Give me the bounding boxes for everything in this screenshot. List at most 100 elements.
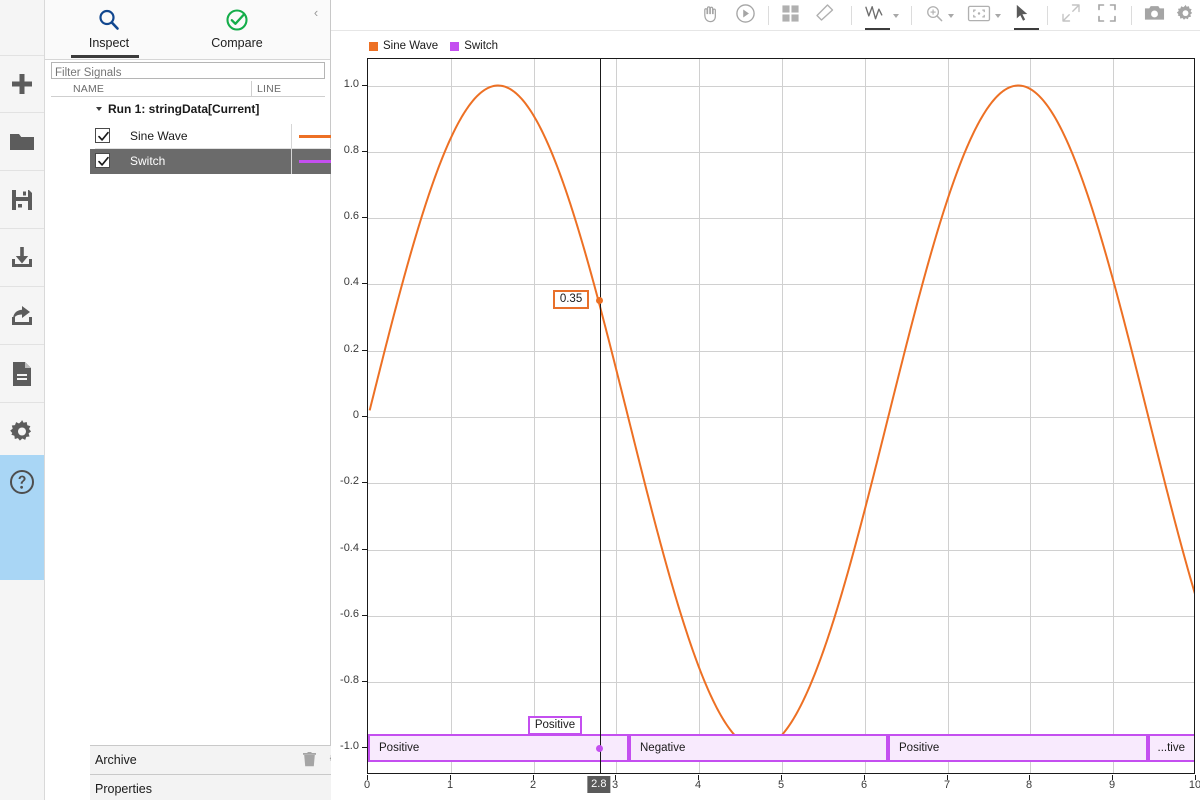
- pan-tool-button[interactable]: [701, 3, 720, 28]
- cursor-line[interactable]: [600, 59, 601, 773]
- y-tick-label: 1.0: [343, 78, 359, 90]
- cursors-tool-button[interactable]: [864, 3, 899, 30]
- x-tick-label: 1: [446, 779, 454, 791]
- x-tick-label: 6: [860, 779, 868, 791]
- folder-icon: [9, 131, 35, 153]
- string-band-segment[interactable]: Positive: [368, 734, 629, 762]
- simulation-data-inspector-window: Inspect Compare ‹ NAME LINE Run 1: strin…: [0, 0, 1200, 800]
- expand-caret-icon[interactable]: [96, 107, 102, 111]
- replay-tool-button[interactable]: [735, 3, 756, 28]
- string-band-segment[interactable]: ...tive: [1148, 734, 1194, 762]
- eraser-icon: [815, 3, 835, 28]
- fit-to-view-tool-button[interactable]: [967, 3, 1001, 28]
- signal-table-column-header: NAME LINE: [51, 81, 325, 97]
- string-band-segment[interactable]: Positive: [888, 734, 1148, 762]
- legend-item-sine-wave[interactable]: Sine Wave: [369, 40, 438, 52]
- string-band-label: Positive: [899, 742, 940, 754]
- y-tick-label: -1.0: [340, 740, 359, 752]
- magnifier-icon: [97, 5, 121, 35]
- signal-checkbox[interactable]: [95, 153, 110, 168]
- fullscreen-icon: [1097, 3, 1117, 28]
- y-tick-label: -0.8: [340, 674, 359, 686]
- expand-tool-button[interactable]: [1061, 3, 1081, 28]
- export-button[interactable]: [0, 287, 44, 345]
- left-icon-rail: [0, 0, 45, 800]
- legend-swatch: [450, 41, 460, 51]
- series-sine-wave: [368, 84, 1194, 750]
- pointer-tool-button[interactable]: [1013, 3, 1039, 30]
- x-tick-label: 5: [777, 779, 785, 791]
- zoom-in-icon: [925, 4, 944, 28]
- archive-title: Archive: [95, 753, 137, 767]
- save-button[interactable]: [0, 171, 44, 229]
- search-input[interactable]: [52, 65, 324, 81]
- report-button[interactable]: [0, 345, 44, 403]
- toolbar-separator: [1131, 6, 1132, 25]
- clear-tool-button[interactable]: [815, 3, 835, 28]
- string-band-label: Negative: [640, 742, 686, 754]
- fullscreen-tool-button[interactable]: [1097, 3, 1117, 28]
- y-tick-label: 0.6: [343, 210, 359, 222]
- chevron-left-icon: ‹: [313, 4, 319, 20]
- toolbar-separator: [768, 6, 769, 25]
- arrow-pointer-icon: [1013, 3, 1032, 28]
- import-button[interactable]: [0, 229, 44, 287]
- camera-icon: [1144, 4, 1165, 27]
- zoom-tool-button[interactable]: [925, 3, 954, 28]
- x-tick-label: 0: [363, 779, 371, 791]
- chevron-down-icon[interactable]: [893, 13, 899, 18]
- preferences-button[interactable]: [0, 403, 44, 461]
- x-tick-label: 8: [1025, 779, 1033, 791]
- legend-label: Switch: [464, 40, 499, 52]
- toolbar-separator: [911, 6, 912, 25]
- tab-compare-label: Compare: [211, 36, 263, 50]
- y-tick-label: 0.8: [343, 144, 359, 156]
- plot-canvas[interactable]: Positive Negative Positive ...tive 0.35 Posit…: [367, 58, 1195, 774]
- settings-tool-button[interactable]: [1176, 3, 1195, 28]
- x-tick-label: 4: [694, 779, 702, 791]
- save-icon: [10, 188, 34, 212]
- column-header-name: NAME: [73, 83, 105, 95]
- toolbar-separator: [851, 6, 852, 25]
- collapse-panel-button[interactable]: ‹: [306, 2, 326, 22]
- layout-tool-button[interactable]: [781, 3, 800, 28]
- signal-browser-panel: Inspect Compare ‹ NAME LINE Run 1: strin…: [45, 0, 376, 800]
- gear-icon: [1176, 4, 1195, 28]
- chart-area: Sine Wave Switch 1.0 0.8 0.6 0.4 0.2 0 -0.2 -0.…: [331, 31, 1200, 800]
- open-button[interactable]: [0, 113, 44, 171]
- x-tick-label: 9: [1108, 779, 1116, 791]
- tab-inspect-label: Inspect: [88, 36, 130, 50]
- signal-name: Sine Wave: [130, 129, 188, 143]
- x-tick-label: 7: [943, 779, 951, 791]
- grid-icon: [781, 4, 800, 28]
- chevron-down-icon[interactable]: [995, 13, 1001, 18]
- trash-icon[interactable]: [301, 751, 317, 767]
- gear-icon: [9, 419, 35, 445]
- signal-cursor-icon: [864, 3, 889, 28]
- y-tick-label: 0.2: [343, 343, 359, 355]
- y-tick-label: 0.4: [343, 276, 359, 288]
- column-separator: [251, 81, 252, 97]
- legend-item-switch[interactable]: Switch: [450, 40, 498, 52]
- signal-checkbox[interactable]: [95, 128, 110, 143]
- string-band-segment[interactable]: Negative: [629, 734, 888, 762]
- data-tip[interactable]: Positive: [527, 716, 583, 736]
- plus-icon: [9, 71, 35, 97]
- filter-signals-field[interactable]: [51, 62, 325, 81]
- help-button[interactable]: [0, 455, 44, 580]
- y-axis: 1.0 0.8 0.6 0.4 0.2 0 -0.2 -0.4 -0.6 -0.8 -1.0: [331, 58, 367, 774]
- snapshot-tool-button[interactable]: [1144, 3, 1165, 28]
- chart-toolbar: [331, 0, 1200, 31]
- data-tip[interactable]: 0.35: [552, 289, 590, 309]
- tab-inspect[interactable]: Inspect: [45, 0, 173, 58]
- help-icon: [9, 469, 35, 500]
- chart-legend: Sine Wave Switch: [369, 40, 498, 52]
- run-label: Run 1: stringData[Current]: [108, 102, 260, 116]
- tab-compare[interactable]: Compare: [173, 0, 301, 58]
- play-circle-icon: [735, 3, 756, 29]
- cursor-x-value-badge[interactable]: 2.8: [587, 776, 611, 793]
- chevron-down-icon[interactable]: [948, 13, 954, 18]
- toolbar-separator: [1047, 6, 1048, 25]
- new-button[interactable]: [0, 55, 44, 113]
- hand-icon: [701, 4, 720, 28]
